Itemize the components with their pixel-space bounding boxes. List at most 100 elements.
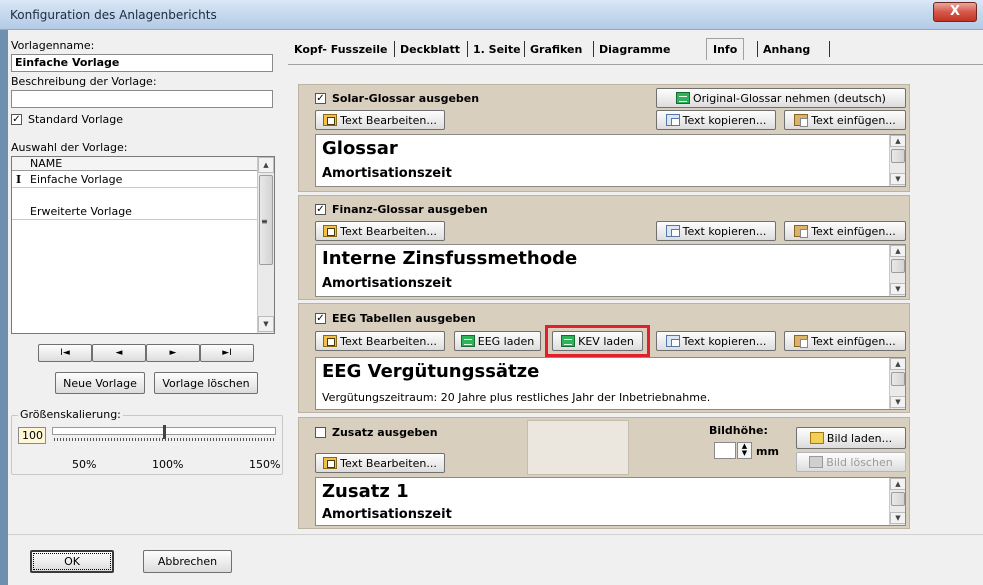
finanz-glossar-section: ✓ Finanz-Glossar ausgeben Text Bearbeite… [298, 195, 910, 300]
tab-grafiken[interactable]: Grafiken [530, 43, 582, 56]
scroll-thumb[interactable] [891, 259, 905, 273]
standard-template-label: Standard Vorlage [28, 113, 124, 126]
prev-icon: ◄ [115, 348, 123, 358]
eeg-load-button[interactable]: EEG laden [454, 331, 541, 351]
scroll-up-icon[interactable]: ▲ [890, 358, 905, 370]
nav-next-button[interactable]: ► [146, 344, 200, 362]
zusatz-textbox-scrollbar[interactable]: ▲ ▼ [889, 478, 905, 525]
scroll-down-icon[interactable]: ▼ [258, 316, 274, 332]
kev-load-button[interactable]: KEV laden [552, 331, 643, 351]
solar-copy-button[interactable]: Text kopieren... [656, 110, 776, 130]
eeg-textbox[interactable]: EEG Vergütungssätze Vergütungszeitraum: … [315, 357, 906, 410]
zusatz-edit-button[interactable]: Text Bearbeiten... [315, 453, 445, 473]
spin-down-icon[interactable]: ▼ [738, 450, 751, 457]
tab-anhang[interactable]: Anhang [763, 43, 810, 56]
eeg-tabellen-checkbox[interactable]: ✓ EEG Tabellen ausgeben [315, 312, 476, 325]
scale-tick-label: 50% [72, 458, 97, 471]
window-title: Konfiguration des Anlagenberichts [10, 8, 217, 22]
scroll-thumb[interactable] [891, 372, 905, 386]
delete-template-button[interactable]: Vorlage löschen [154, 372, 258, 394]
zusatz-textbox[interactable]: Zusatz 1 Amortisationszeit ▲ ▼ [315, 477, 906, 526]
finanz-paste-label: Text einfügen... [811, 224, 896, 238]
checkbox-check-icon[interactable]: ✓ [11, 114, 22, 125]
ok-button[interactable]: OK [30, 550, 114, 573]
scroll-up-icon[interactable]: ▲ [890, 135, 905, 147]
tab-separator [524, 41, 525, 57]
tab-info[interactable]: Info [706, 38, 745, 60]
scroll-thumb[interactable] [891, 149, 905, 163]
new-template-button[interactable]: Neue Vorlage [55, 372, 145, 394]
cancel-button[interactable]: Abbrechen [143, 550, 232, 573]
eeg-paste-label: Text einfügen... [811, 334, 896, 348]
finanz-copy-label: Text kopieren... [682, 224, 767, 238]
scroll-down-icon[interactable]: ▼ [890, 396, 905, 408]
eeg-edit-label: Text Bearbeiten... [340, 334, 437, 348]
scale-tick-label: 100% [152, 458, 184, 471]
delete-image-button[interactable]: Bild löschen [796, 452, 906, 472]
scaling-value-input[interactable]: 100 [18, 427, 46, 444]
last-icon: ►I [222, 348, 232, 358]
tab-deckblatt[interactable]: Deckblatt [400, 43, 460, 56]
list-scrollbar[interactable]: ▲ ≡ ▼ [257, 157, 274, 333]
scroll-up-icon[interactable]: ▲ [890, 478, 905, 490]
scroll-thumb[interactable] [891, 492, 905, 506]
list-header[interactable]: NAME [12, 157, 257, 171]
description-input[interactable] [11, 90, 273, 108]
finanz-glossar-textbox[interactable]: Interne Zinsfussmethode Amortisationszei… [315, 244, 906, 297]
finanz-glossar-label: Finanz-Glossar ausgeben [332, 203, 488, 216]
slider-thumb[interactable] [163, 425, 166, 439]
checkbox-unchecked-icon[interactable] [315, 427, 326, 438]
original-glossar-button[interactable]: Original-Glossar nehmen (deutsch) [656, 88, 906, 108]
scroll-down-icon[interactable]: ▼ [890, 173, 905, 185]
nav-first-button[interactable]: I◄ [38, 344, 92, 362]
finanz-copy-button[interactable]: Text kopieren... [656, 221, 776, 241]
solar-copy-label: Text kopieren... [682, 113, 767, 127]
scale-tick-label: 150% [249, 458, 281, 471]
load-image-button[interactable]: Bild laden... [796, 427, 906, 449]
eeg-copy-button[interactable]: Text kopieren... [656, 331, 776, 351]
copy-icon [665, 225, 680, 237]
description-label: Beschreibung der Vorlage: [11, 75, 157, 88]
template-list[interactable]: NAME I Einfache Vorlage Erweiterte Vorla… [11, 156, 275, 334]
image-height-input[interactable] [714, 442, 736, 459]
tab-diagramme[interactable]: Diagramme [599, 43, 670, 56]
scroll-up-icon[interactable]: ▲ [258, 157, 274, 173]
tab-1-seite[interactable]: 1. Seite [473, 43, 521, 56]
scaling-slider[interactable] [52, 425, 276, 443]
eeg-edit-button[interactable]: Text Bearbeiten... [315, 331, 445, 351]
scroll-down-icon[interactable]: ▼ [890, 512, 905, 524]
solar-glossar-textbox[interactable]: Glossar Amortisationszeit ▲ ▼ [315, 134, 906, 187]
finanz-rtf-title: Interne Zinsfussmethode [322, 248, 578, 269]
solar-glossar-checkbox[interactable]: ✓ Solar-Glossar ausgeben [315, 92, 479, 105]
list-item[interactable]: I Einfache Vorlage [12, 172, 257, 188]
template-name-input[interactable]: Einfache Vorlage [11, 54, 273, 72]
checkbox-check-icon[interactable]: ✓ [315, 313, 326, 324]
checkbox-check-icon[interactable]: ✓ [315, 93, 326, 104]
eeg-textbox-scrollbar[interactable]: ▲ ▼ [889, 358, 905, 409]
scroll-up-icon[interactable]: ▲ [890, 245, 905, 257]
close-button[interactable]: X [933, 2, 977, 22]
zusatz-checkbox[interactable]: Zusatz ausgeben [315, 426, 438, 439]
nav-prev-button[interactable]: ◄ [92, 344, 146, 362]
tab-strip: Kopf- Fusszeile Deckblatt 1. Seite Grafi… [288, 34, 983, 64]
finanz-edit-button[interactable]: Text Bearbeiten... [315, 221, 445, 241]
list-item[interactable]: Erweiterte Vorlage [12, 204, 257, 220]
tab-separator [757, 41, 758, 57]
tab-kopf-fusszeile[interactable]: Kopf- Fusszeile [294, 43, 388, 56]
finanz-paste-button[interactable]: Text einfügen... [784, 221, 906, 241]
solar-paste-button[interactable]: Text einfügen... [784, 110, 906, 130]
grip-icon: ≡ [261, 217, 268, 226]
nav-last-button[interactable]: ►I [200, 344, 254, 362]
paste-icon [794, 225, 809, 238]
standard-template-checkbox[interactable]: ✓ Standard Vorlage [11, 113, 123, 126]
image-height-spinner[interactable]: ▲ ▼ [737, 442, 752, 459]
finanz-glossar-checkbox[interactable]: ✓ Finanz-Glossar ausgeben [315, 203, 488, 216]
tab-separator [829, 41, 830, 57]
finanz-textbox-scrollbar[interactable]: ▲ ▼ [889, 245, 905, 296]
eeg-paste-button[interactable]: Text einfügen... [784, 331, 906, 351]
checkbox-check-icon[interactable]: ✓ [315, 204, 326, 215]
scroll-down-icon[interactable]: ▼ [890, 283, 905, 295]
solar-textbox-scrollbar[interactable]: ▲ ▼ [889, 135, 905, 186]
solar-edit-button[interactable]: Text Bearbeiten... [315, 110, 445, 130]
image-height-unit: mm [756, 445, 779, 458]
